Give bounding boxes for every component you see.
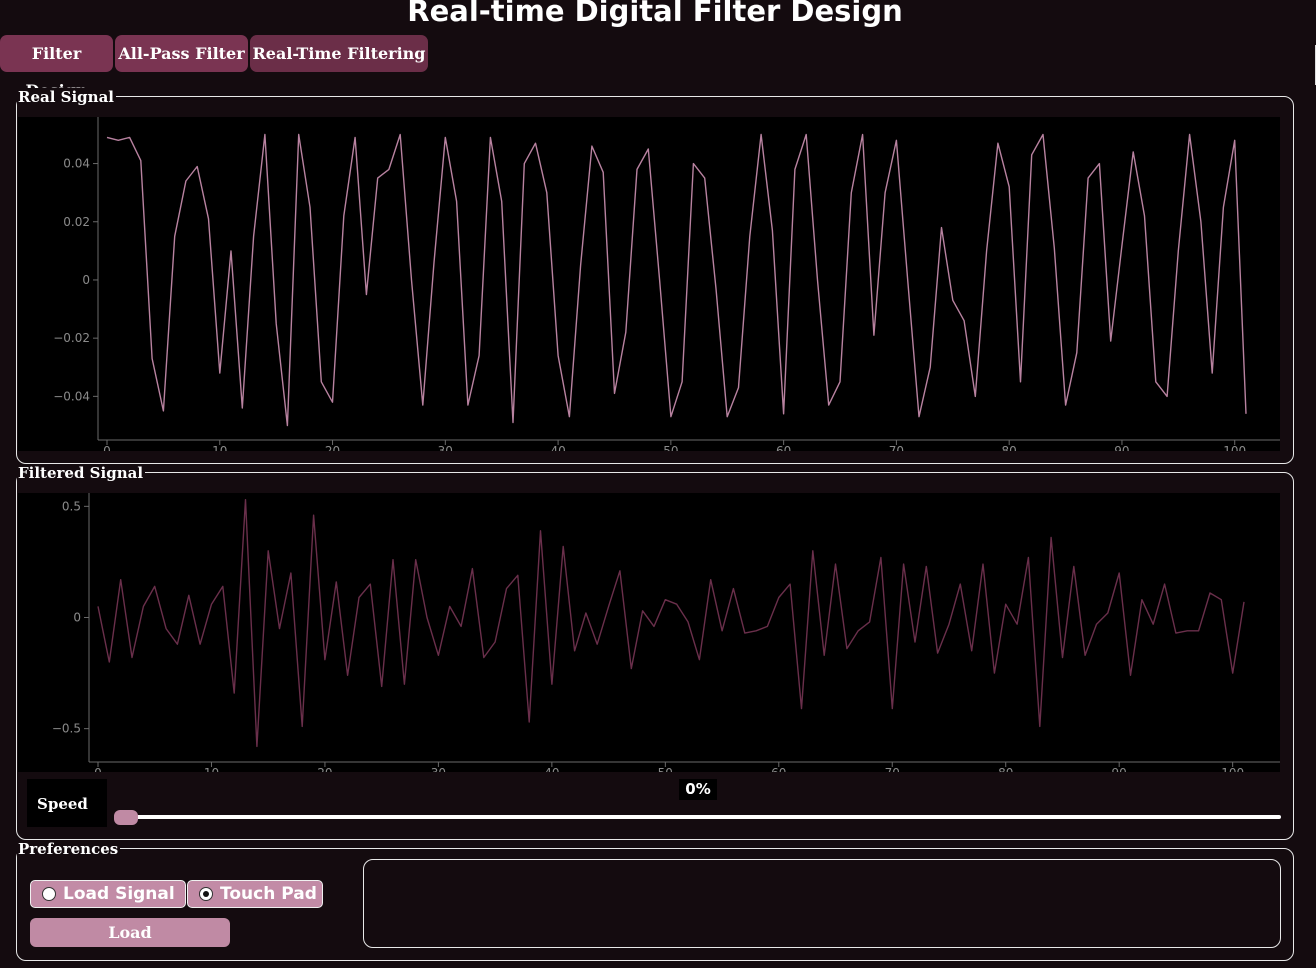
x-tick-label: 40 [550,444,565,451]
page-title: Real-time Digital Filter Design [407,0,903,28]
y-tick-label: −0.04 [53,389,90,403]
x-tick-label: 70 [885,766,900,772]
x-tick-label: 40 [544,766,559,772]
speed-percent: 0% [679,779,717,800]
preferences-title: Preferences [17,840,121,858]
x-tick-label: 10 [212,444,227,451]
x-tick-label: 100 [1223,444,1246,451]
filtered-signal-chart: 0 10 20 30 40 50 60 70 80 90 100 −0.5 0 0.5 [52,493,1280,780]
x-tick-label: 0 [103,444,111,451]
load-button[interactable]: Load [30,918,230,947]
x-tick-label: 10 [204,766,219,772]
x-tick-label: 80 [998,766,1013,772]
x-tick-label: 100 [1221,766,1244,772]
speed-slider-handle[interactable] [114,810,138,825]
real-signal-title: Real Signal [17,88,116,106]
x-tick-label: 50 [663,444,678,451]
touch-pad-label: Touch Pad [220,884,317,904]
x-tick-label: 70 [889,444,904,451]
app-window: Real-time Digital Filter Design Filter D… [0,0,1316,968]
speed-slider-track[interactable] [116,815,1281,819]
touch-pad-radio[interactable]: Touch Pad [187,880,323,908]
touch-pad-area[interactable] [363,859,1281,948]
x-tick-label: 50 [658,766,673,772]
series-line [97,498,1245,748]
tab-bar: Filter Design All-Pass Filter Real-Time … [0,35,428,100]
tab-filter-design[interactable]: Filter Design [0,35,113,100]
load-signal-label: Load Signal [63,884,175,904]
tab-all-pass-filter[interactable]: All-Pass Filter [115,35,248,72]
speed-label-box: Speed [27,779,107,827]
load-signal-radio[interactable]: Load Signal [30,880,186,908]
x-tick-label: 60 [776,444,791,451]
y-tick-label: 0 [82,273,90,287]
radio-unchecked-icon [42,887,56,901]
x-tick-label: 30 [431,766,446,772]
x-tick-label: 60 [771,766,786,772]
y-tick-label: 0.02 [63,215,90,229]
x-tick-label: 20 [317,766,332,772]
radio-checked-icon [199,887,213,901]
x-tick-label: 90 [1114,444,1129,451]
scrollbar[interactable] [1311,45,1316,85]
x-tick-label: 80 [1002,444,1017,451]
y-tick-label: 0 [73,610,81,624]
tab-real-time-filtering[interactable]: Real-Time Filtering [250,35,428,72]
x-tick-label: 90 [1112,766,1127,772]
filtered-signal-plot[interactable]: 0 10 20 30 40 50 60 70 80 90 100 −0.5 0 0.5 [18,493,1280,780]
y-tick-label: 0.04 [63,157,90,171]
y-tick-label: −0.5 [52,722,81,736]
y-tick-label: 0.5 [62,499,81,513]
x-tick-label: 20 [325,444,340,451]
real-signal-chart: 0 10 20 30 40 50 60 70 80 90 100 −0.04 −0.02 0 0.02 0.0… [53,117,1280,458]
x-tick-label: 30 [438,444,453,451]
real-signal-plot[interactable]: 0 10 20 30 40 50 60 70 80 90 100 −0.04 −0.02 0 0.02 0.0… [18,117,1280,458]
speed-label: Speed [37,795,88,813]
y-tick-label: −0.02 [53,331,90,345]
x-tick-label: 0 [94,766,102,772]
filtered-signal-title: Filtered Signal [17,464,146,482]
series-line [106,133,1247,427]
